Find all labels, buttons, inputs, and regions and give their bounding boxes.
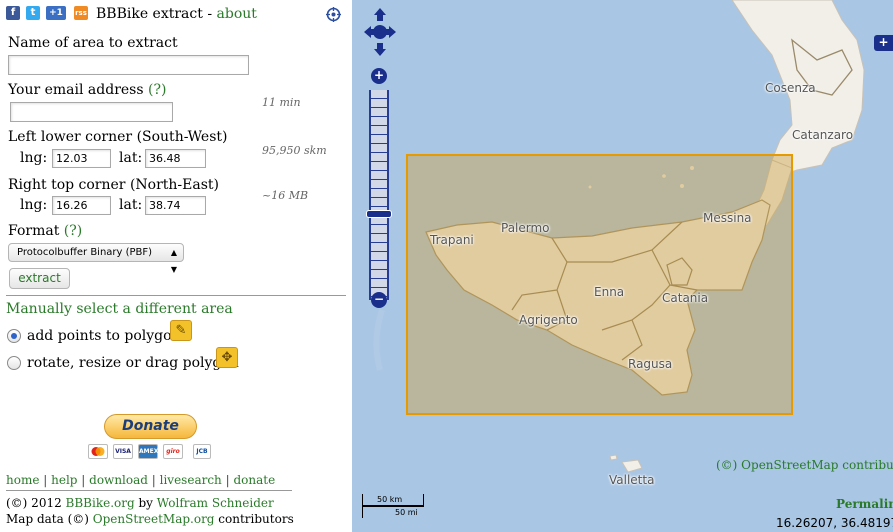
pan-down-icon[interactable]	[374, 43, 386, 56]
scale-km-label: 50 km	[377, 495, 403, 504]
ne-lng-input[interactable]: 16.26	[52, 196, 111, 215]
footer-link-donate[interactable]: donate	[233, 473, 275, 487]
facebook-icon[interactable]: f	[6, 6, 20, 20]
author-link[interactable]: Wolfram Schneider	[157, 496, 274, 510]
scale-mi-label: 50 mi	[395, 508, 418, 517]
google-plus-icon[interactable]: +1	[46, 6, 66, 20]
city-messina: Messina	[703, 211, 752, 225]
city-valletta: Valletta	[609, 473, 655, 487]
footer-link-home[interactable]: home	[6, 473, 39, 487]
zoom-slider-handle[interactable]	[366, 210, 392, 218]
twitter-icon[interactable]: t	[26, 6, 40, 20]
city-enna: Enna	[594, 285, 625, 299]
area-name-input[interactable]	[8, 55, 249, 75]
format-select[interactable]: Protocolbuffer Binary (PBF) ▲ ▼	[8, 243, 184, 274]
time-estimate: 11 min	[262, 96, 301, 109]
footer-link-livesearch[interactable]: livesearch	[160, 473, 222, 487]
ne-lng-label: lng:	[20, 197, 48, 213]
rotate-resize-radio[interactable]	[7, 356, 21, 370]
donate-button[interactable]: Donate	[104, 414, 197, 439]
move-icon[interactable]: ✥	[216, 347, 238, 368]
footer-nav: home | help | download | livesearch | do…	[6, 473, 276, 487]
map-attribution[interactable]: (©) OpenStreetMap contributors	[716, 458, 893, 472]
divider	[6, 295, 346, 296]
bbbike-link[interactable]: BBBike.org	[66, 496, 135, 510]
title-text: BBBike extract	[96, 6, 203, 22]
pan-up-icon[interactable]	[374, 8, 386, 21]
visa-icon: VISA	[113, 444, 133, 459]
ne-lat-input[interactable]: 38.74	[145, 196, 206, 215]
scale-km-bar: 50 km	[362, 494, 424, 506]
area-estimate: 95,950 skm	[262, 144, 327, 157]
rotate-resize-label[interactable]: rotate, resize or drag polygon	[27, 355, 239, 371]
footer-link-help[interactable]: help	[51, 473, 77, 487]
add-points-label[interactable]: add points to polygon	[27, 328, 181, 344]
map-view[interactable]: Cosenza Catanzaro Messina Palermo Trapan…	[352, 0, 893, 532]
giropay-icon: giro	[163, 444, 183, 459]
zoom-in-button[interactable]: +	[371, 68, 387, 84]
amex-icon: AMEX	[138, 444, 158, 459]
format-label: Format (?)	[8, 223, 83, 239]
email-help-link[interactable]: (?)	[148, 82, 166, 98]
add-points-radio[interactable]	[7, 329, 21, 343]
city-catanzaro: Catanzaro	[792, 128, 854, 142]
extract-button[interactable]: extract	[9, 268, 70, 289]
email-label: Your email address (?)	[8, 82, 167, 98]
ne-lat-label: lat:	[119, 197, 143, 213]
mouse-position: 16.26207, 36.48197	[776, 516, 893, 530]
rss-icon[interactable]: rss	[74, 6, 88, 20]
pencil-icon[interactable]: ✎	[170, 320, 192, 341]
city-cosenza: Cosenza	[765, 81, 816, 95]
scale-mi-bar: 50 mi	[362, 506, 424, 518]
scale-bar: 50 km 50 mi	[362, 494, 432, 518]
about-link[interactable]: about	[217, 6, 257, 22]
format-help-link[interactable]: (?)	[64, 223, 82, 239]
sw-lng-input[interactable]: 12.03	[52, 149, 111, 168]
footer-divider	[6, 490, 292, 491]
mastercard-icon	[88, 444, 108, 459]
email-input[interactable]	[10, 102, 173, 122]
city-trapani: Trapani	[430, 233, 474, 247]
sw-corner-label: Left lower corner (South-West)	[8, 129, 228, 145]
ne-corner-label: Right top corner (North-East)	[8, 177, 219, 193]
city-agrigento: Agrigento	[519, 313, 578, 327]
app-title: BBBike extract - about	[96, 6, 257, 22]
zoom-out-button[interactable]: −	[371, 292, 387, 308]
city-palermo: Palermo	[501, 221, 550, 235]
sw-lat-input[interactable]: 36.48	[145, 149, 206, 168]
manual-select-title: Manually select a different area	[6, 301, 233, 317]
area-name-label: Name of area to extract	[8, 35, 178, 51]
osm-link[interactable]: OpenStreetMap.org	[93, 512, 215, 526]
jcb-icon: JCB	[193, 444, 211, 459]
locate-icon[interactable]	[326, 7, 341, 22]
city-catania: Catania	[662, 291, 709, 305]
size-estimate: ~16 MB	[262, 189, 309, 202]
footer-link-download[interactable]: download	[89, 473, 148, 487]
permalink[interactable]: Permalink	[836, 497, 893, 511]
layer-switcher-button[interactable]: +	[874, 35, 893, 51]
pan-zoom-control: + −	[362, 6, 398, 312]
sw-lng-label: lng:	[20, 150, 48, 166]
select-arrows-icon: ▲ ▼	[170, 248, 177, 274]
zoom-slider-track[interactable]	[369, 90, 389, 300]
sidebar: f t +1 rss BBBike extract - about Name o…	[0, 0, 352, 532]
copyright: (©) 2012 BBBike.org by Wolfram Schneider…	[6, 496, 294, 526]
city-ragusa: Ragusa	[628, 357, 673, 371]
sw-lat-label: lat:	[119, 150, 143, 166]
format-value: Protocolbuffer Binary (PBF)	[17, 247, 153, 258]
